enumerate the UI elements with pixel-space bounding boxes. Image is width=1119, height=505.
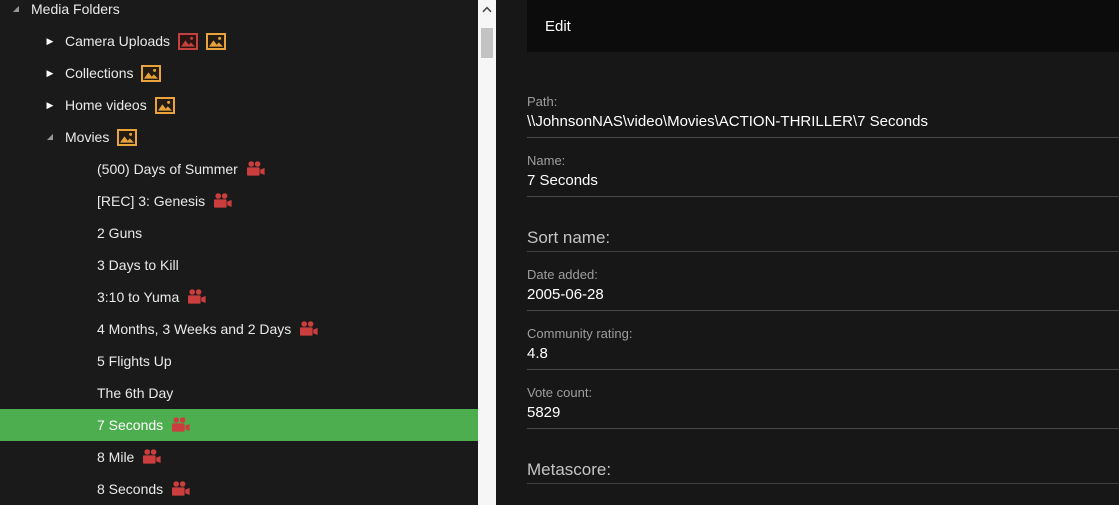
tree-item-4-months-3-weeks-and-2-days[interactable]: 4 Months, 3 Weeks and 2 Days xyxy=(0,313,478,345)
tree-item-label: [REC] 3: Genesis xyxy=(97,193,206,209)
tree-item-label: 3 Days to Kill xyxy=(97,257,179,273)
tree-item-label: Camera Uploads xyxy=(65,33,171,49)
movie-camera-icon xyxy=(142,449,161,465)
scrollbar-thumb[interactable] xyxy=(481,28,493,58)
field-value-input[interactable]: \\JohnsonNAS\video\Movies\ACTION-THRILLE… xyxy=(527,112,1119,138)
expander-expanded-icon[interactable]: ◢ xyxy=(44,133,56,141)
tree-item-label: Home videos xyxy=(65,97,147,113)
tree-item-media-folders[interactable]: ◢ Media Folders xyxy=(0,0,478,25)
tree-item-label: Media Folders xyxy=(31,1,120,17)
expander-collapsed-icon[interactable]: ▶ xyxy=(44,36,56,46)
field-label: Path: xyxy=(527,94,558,109)
tree-item-the-6th-day[interactable]: The 6th Day xyxy=(0,377,478,409)
tree-item-home-videos[interactable]: ▶ Home videos xyxy=(0,89,478,121)
field-label: Community rating: xyxy=(527,326,633,341)
library-tree-panel: ◢ Media Folders ▶ Camera Uploads ▶ Collection… xyxy=(0,0,478,505)
tree-item-label: 5 Flights Up xyxy=(97,353,172,369)
editor-tabbar: Edit xyxy=(527,0,1119,52)
tree-item-3-10-to-yuma[interactable]: 3:10 to Yuma xyxy=(0,281,478,313)
tree-item-label: 2 Guns xyxy=(97,225,143,241)
movie-camera-icon xyxy=(171,481,190,497)
tree-item-label: 4 Months, 3 Weeks and 2 Days xyxy=(97,321,292,337)
movie-camera-icon xyxy=(213,193,232,209)
expander-collapsed-icon[interactable]: ▶ xyxy=(44,68,56,78)
tree-item-label: 8 Seconds xyxy=(97,481,164,497)
tree-scrollbar[interactable] xyxy=(478,0,496,505)
chevron-up-icon xyxy=(482,0,492,18)
field-label: Date added: xyxy=(527,267,598,282)
field-value-input[interactable]: 5829 xyxy=(527,403,1119,429)
media-manager-window: ◢ Media Folders ▶ Camera Uploads ▶ Collection… xyxy=(0,0,1119,505)
field-name: Name: 7 Seconds xyxy=(527,152,1119,197)
tree-item-label: 7 Seconds xyxy=(97,417,164,433)
tree-item-label: The 6th Day xyxy=(97,385,174,401)
metadata-editor-panel: Edit Path: \\JohnsonNAS\video\Movies\ACTI… xyxy=(496,0,1119,505)
tab-edit[interactable]: Edit xyxy=(527,0,589,52)
movie-camera-icon xyxy=(171,417,190,433)
field-date-added: Date added: 2005-06-28 xyxy=(527,266,1119,311)
tree-item-collections[interactable]: ▶ Collections xyxy=(0,57,478,89)
tree-item-camera-uploads[interactable]: ▶ Camera Uploads xyxy=(0,25,478,57)
tree-item-500-days-of-summer[interactable]: (500) Days of Summer xyxy=(0,153,478,185)
tree-item-7-seconds[interactable]: 7 Seconds xyxy=(0,409,478,441)
tree-item-5-flights-up[interactable]: 5 Flights Up xyxy=(0,345,478,377)
tree-item-3-days-to-kill[interactable]: 3 Days to Kill xyxy=(0,249,478,281)
scrollbar-up-button[interactable] xyxy=(478,0,496,18)
tree-item-2-guns[interactable]: 2 Guns xyxy=(0,217,478,249)
image-icon-orange xyxy=(206,32,227,50)
expander-collapsed-icon[interactable]: ▶ xyxy=(44,100,56,110)
field-community-rating: Community rating: 4.8 xyxy=(527,325,1119,370)
movie-camera-icon xyxy=(246,161,265,177)
media-folders-tree: ◢ Media Folders ▶ Camera Uploads ▶ Collection… xyxy=(0,0,478,505)
movie-camera-icon xyxy=(187,289,206,305)
image-icon-orange xyxy=(141,64,162,82)
tree-item-label: Collections xyxy=(65,65,134,81)
image-icon-red xyxy=(178,32,199,50)
tree-item-movies[interactable]: ◢ Movies xyxy=(0,121,478,153)
field-value-input[interactable]: 4.8 xyxy=(527,344,1119,370)
field-path: Path: \\JohnsonNAS\video\Movies\ACTION-TH… xyxy=(527,93,1119,138)
expander-expanded-icon[interactable]: ◢ xyxy=(10,5,22,13)
tree-item-label: 3:10 to Yuma xyxy=(97,289,180,305)
tree-item-label: Movies xyxy=(65,129,110,145)
tree-item-8-seconds[interactable]: 8 Seconds xyxy=(0,473,478,505)
field-value-input[interactable]: 7 Seconds xyxy=(527,171,1119,197)
tree-item-8-mile[interactable]: 8 Mile xyxy=(0,441,478,473)
image-icon-orange xyxy=(117,128,138,146)
field-label: Name: xyxy=(527,153,566,168)
field-vote-count: Vote count: 5829 xyxy=(527,384,1119,429)
movie-camera-icon xyxy=(299,321,318,337)
field-label: Vote count: xyxy=(527,385,593,400)
field-sort-name: Sort name: xyxy=(527,227,1119,252)
field-empty-input[interactable]: Metascore: xyxy=(527,459,1119,484)
metadata-form: Path: \\JohnsonNAS\video\Movies\ACTION-TH… xyxy=(527,52,1119,484)
image-icon-orange xyxy=(154,96,175,114)
tree-item-label: 8 Mile xyxy=(97,449,135,465)
tree-item-label: (500) Days of Summer xyxy=(97,161,238,177)
field-metascore: Metascore: xyxy=(527,459,1119,484)
field-value-input[interactable]: 2005-06-28 xyxy=(527,285,1119,311)
field-empty-input[interactable]: Sort name: xyxy=(527,227,1119,252)
tree-item-rec-3-genesis[interactable]: [REC] 3: Genesis xyxy=(0,185,478,217)
